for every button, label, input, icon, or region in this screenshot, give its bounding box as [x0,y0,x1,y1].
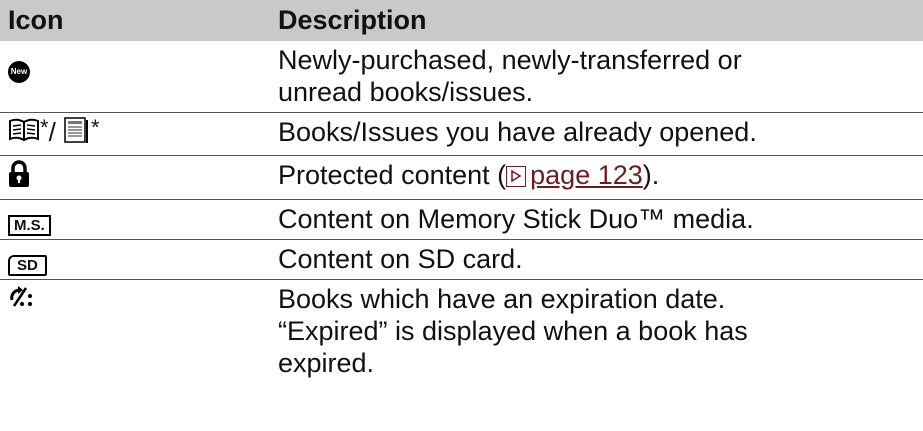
table-row: Books which have an expiration date. “Ex… [0,279,923,383]
description-cell: Books/Issues you have already opened. [268,112,923,157]
expiration-icon [8,284,36,317]
description-line: Content on SD card. [278,243,523,274]
icon-cell [0,155,268,200]
table-row: */ * Books/Issues you have already opene… [0,112,923,157]
page-reference-link[interactable]: page 123 [506,160,643,190]
description-line: Protected content ( page 123). [278,159,917,191]
opened-book-icon [8,117,40,150]
table-row: M.S. Content on Memory Stick Duo™ media. [0,199,923,240]
icon-cell: SD [0,239,268,280]
page-reference-text: page 123 [530,160,643,191]
table-header-row: Icon Description [0,0,923,41]
table-row: Protected content ( page 123). [0,155,923,200]
description-line: “Expired” is displayed when a book has [278,315,748,346]
new-badge-label: New [10,67,28,76]
sd-card-label: SD [17,256,38,274]
lock-icon [8,160,30,195]
description-cell: Content on SD card. [268,239,923,280]
description-line: expired. [278,347,375,378]
description-line: Content on Memory Stick Duo™ media. [278,203,754,234]
description-column-header: Description [268,0,923,41]
icon-description-table: Icon Description New Newly-purchased, ne… [0,0,923,383]
opened-book-asterisk: * [40,115,49,140]
description-line: unread books/issues. [278,77,534,107]
memory-stick-icon: M.S. [8,214,51,236]
icon-cell: */ * [0,112,268,157]
opened-issue-icon [63,116,91,151]
icon-cell: New [0,41,268,113]
icon-cell [0,279,268,383]
description-text: Protected content ( [278,160,507,191]
description-line: Newly-purchased, newly-transferred or [278,45,742,75]
table-row: New Newly-purchased, newly-transferred o… [0,41,923,113]
description-cell: Protected content ( page 123). [268,155,923,200]
description-line: Books which have an expiration date. [278,283,726,314]
sd-card-icon: SD [8,254,47,276]
table-row: SD Content on SD card. [0,239,923,280]
description-cell: Content on Memory Stick Duo™ media. [268,199,923,240]
icon-cell: M.S. [0,199,268,240]
page-arrow-icon [506,166,527,188]
icon-separator: / [48,117,64,147]
description-text: ). [642,160,660,191]
icon-column-header: Icon [0,0,268,41]
description-cell: Books which have an expiration date. “Ex… [268,279,923,383]
memory-stick-label: M.S. [14,216,45,234]
description-line: Books/Issues you have already opened. [278,117,757,147]
description-cell: Newly-purchased, newly-transferred or un… [268,41,923,113]
opened-issue-asterisk: * [91,115,100,140]
new-badge-icon: New [8,61,30,83]
